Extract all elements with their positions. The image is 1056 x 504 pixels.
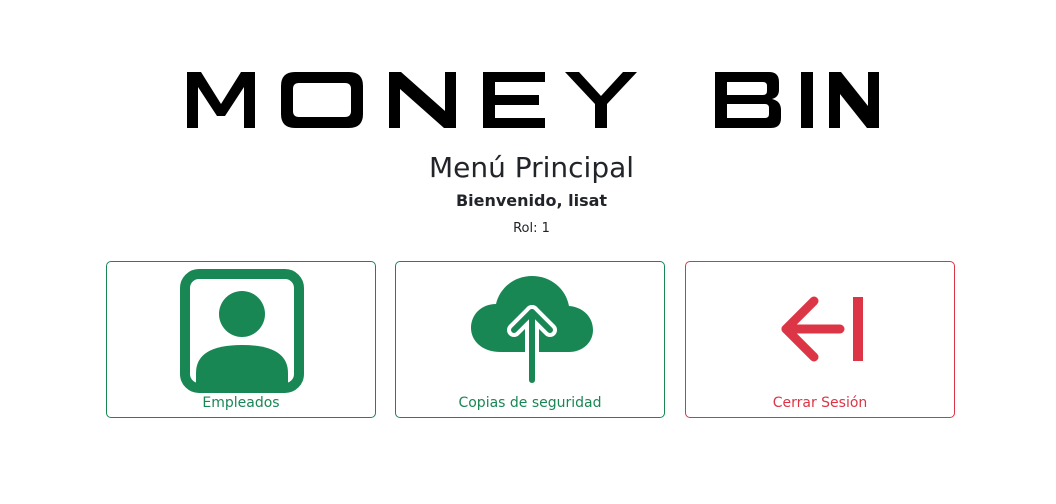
page-title: Menú Principal xyxy=(428,151,635,184)
cloud-upload-icon xyxy=(396,262,664,392)
main-menu-page: Menú Principal Bienvenido, lisat Rol: 1 … xyxy=(0,0,1056,504)
employees-label: Empleados xyxy=(202,395,280,411)
welcome-message: Bienvenido, lisat xyxy=(455,191,608,210)
logout-button[interactable]: Cerrar Sesión xyxy=(685,261,955,418)
user-role: Rol: 1 xyxy=(513,221,550,236)
logout-arrow-icon xyxy=(686,262,954,392)
backups-button[interactable]: Copias de seguridad xyxy=(395,261,665,418)
employees-button[interactable]: Empleados xyxy=(106,261,376,418)
backups-label: Copias de seguridad xyxy=(458,395,602,411)
person-badge-icon xyxy=(107,262,375,393)
logout-label: Cerrar Sesión xyxy=(772,395,868,411)
money-bin-logo xyxy=(187,70,879,130)
